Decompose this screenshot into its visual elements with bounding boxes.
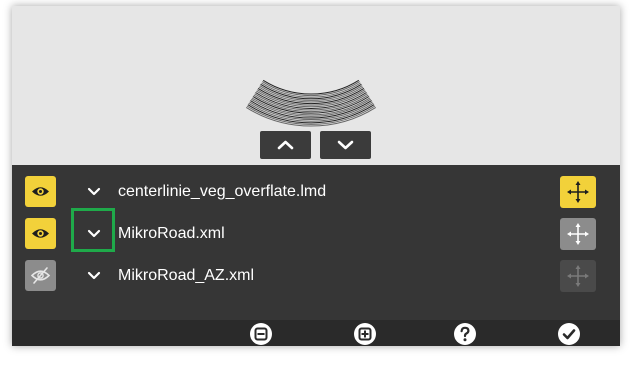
eye-off-icon (30, 267, 51, 284)
road-preview (12, 6, 620, 165)
layer-list: centerlinie_veg_overflate.lmd MikroRoad.… (12, 165, 620, 320)
eye-icon (32, 187, 49, 196)
layer-file-name: MikroRoad.xml (118, 225, 225, 242)
chevron-down-button[interactable] (320, 131, 371, 159)
road-line (262, 79, 360, 95)
layer-row: MikroRoad.xml (12, 216, 620, 252)
move-icon (567, 181, 589, 203)
chevron-down-icon[interactable] (84, 226, 104, 242)
chevron-up-button[interactable] (260, 131, 311, 159)
road-arc-graphic (245, 79, 377, 127)
plus-circle-icon (354, 323, 376, 345)
chevron-down-icon (337, 140, 354, 150)
layer-row: centerlinie_veg_overflate.lmd (12, 174, 620, 210)
minus-circle-icon (250, 323, 272, 345)
visibility-toggle[interactable] (25, 176, 56, 207)
add-layer-button[interactable] (352, 321, 378, 346)
visibility-toggle[interactable] (25, 260, 56, 291)
chevron-down-icon[interactable] (84, 268, 104, 284)
layer-file-name: MikroRoad_AZ.xml (118, 267, 255, 284)
confirm-button[interactable] (556, 321, 582, 346)
help-button[interactable] (452, 321, 478, 346)
move-icon (567, 223, 589, 245)
help-icon (454, 323, 476, 345)
eye-icon (32, 229, 49, 238)
remove-layer-button[interactable] (248, 321, 274, 346)
layer-manager-panel: centerlinie_veg_overflate.lmd MikroRoad.… (12, 6, 620, 346)
chevron-up-icon (277, 140, 294, 150)
layer-row: MikroRoad_AZ.xml (12, 258, 620, 294)
move-icon (567, 265, 589, 287)
move-layer-button[interactable] (560, 218, 596, 250)
road-line (261, 82, 361, 98)
move-layer-button[interactable] (560, 260, 596, 292)
visibility-toggle[interactable] (25, 218, 56, 249)
chevron-down-icon[interactable] (84, 184, 104, 200)
check-icon (558, 323, 580, 345)
layer-file-name: centerlinie_veg_overflate.lmd (118, 183, 327, 200)
road-line (262, 81, 360, 97)
footer-toolbar (12, 320, 620, 346)
move-layer-button[interactable] (560, 176, 596, 208)
